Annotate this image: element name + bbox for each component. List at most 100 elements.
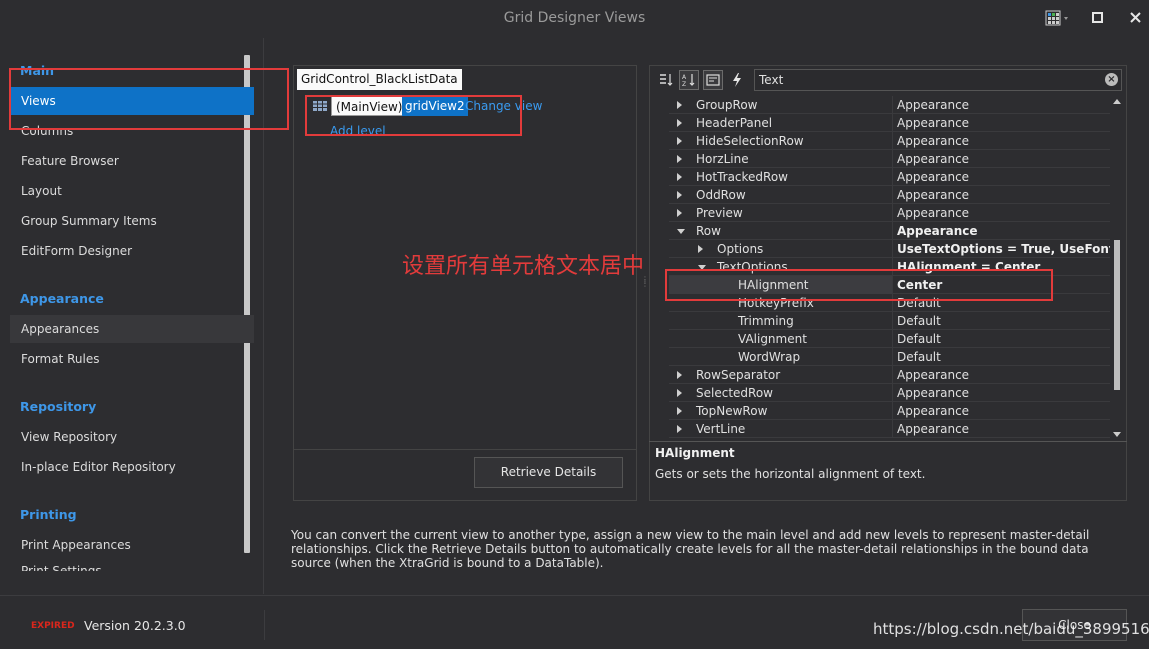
collapsed-arrow-icon[interactable] [677,407,682,415]
window-title: Grid Designer Views [503,10,646,26]
property-value[interactable]: Appearance [892,366,1110,384]
collapsed-arrow-icon[interactable] [677,119,682,127]
property-grid-scrollbar[interactable] [1110,96,1125,441]
sidebar-item-format-rules[interactable]: Format Rules [10,345,254,373]
alphabetical-sort-icon[interactable]: AZ [679,70,699,90]
property-value[interactable]: Appearance [892,222,1110,240]
sidebar-item-columns[interactable]: Columns [10,117,254,145]
sidebar-item-layout[interactable]: Layout [10,177,254,205]
property-value[interactable]: Appearance [892,96,1110,114]
view-name-node[interactable]: gridView2 [402,96,468,116]
property-name: Preview [696,206,743,220]
sidebar-item-print-appearances[interactable]: Print Appearances [10,531,254,559]
description-divider [649,441,1127,442]
property-row[interactable]: VertLine Appearance [651,420,1110,438]
maximize-icon[interactable] [1090,8,1106,28]
property-value[interactable]: Appearance [892,114,1110,132]
collapsed-arrow-icon[interactable] [677,389,682,397]
sidebar-item-appearances[interactable]: Appearances [10,315,254,343]
property-value[interactable]: Appearance [892,420,1110,438]
property-row[interactable]: WordWrap Default [651,348,1110,366]
property-value[interactable]: Default [892,348,1110,366]
annotation-text: 设置所有单元格文本居中 [402,254,645,279]
expanded-arrow-icon[interactable] [698,265,706,270]
property-row[interactable]: RowSeparator Appearance [651,366,1110,384]
sidebar-item-editform-designer[interactable]: EditForm Designer [10,237,254,265]
watermark: https://blog.csdn.net/baidu_38995168 [873,620,1149,638]
collapsed-arrow-icon[interactable] [698,245,703,253]
property-row[interactable]: Preview Appearance [651,204,1110,222]
property-search-input[interactable]: Text × [754,69,1122,91]
change-view-link[interactable]: Change view [465,99,542,113]
close-icon[interactable] [1128,8,1144,28]
property-row[interactable]: HorzLine Appearance [651,150,1110,168]
property-value[interactable]: Default [892,312,1110,330]
main-view-node[interactable]: (MainView) [331,96,408,116]
property-value[interactable]: Appearance [892,204,1110,222]
property-row[interactable]: Row Appearance [651,222,1110,240]
sidebar-item-feature-browser[interactable]: Feature Browser [10,147,254,175]
collapsed-arrow-icon[interactable] [677,173,682,181]
property-value[interactable]: Appearance [892,168,1110,186]
property-name: Options [717,242,764,256]
property-row[interactable]: Options UseTextOptions = True, UseFont = [651,240,1110,258]
property-value[interactable]: Default [892,294,1110,312]
collapsed-arrow-icon[interactable] [677,191,682,199]
property-value[interactable]: UseTextOptions = True, UseFont = [892,240,1110,258]
property-row[interactable]: HAlignment Center [651,276,1110,294]
property-row[interactable]: VAlignment Default [651,330,1110,348]
add-level-link[interactable]: Add level [330,124,386,138]
property-value[interactable]: Appearance [892,150,1110,168]
sidebar-item-view-repository[interactable]: View Repository [10,423,254,451]
row-gutter [651,240,669,258]
property-value[interactable]: Default [892,330,1110,348]
sidebar-item-group-summary-items[interactable]: Group Summary Items [10,207,254,235]
expanded-arrow-icon[interactable] [677,229,685,234]
events-icon[interactable] [727,70,747,90]
property-name: OddRow [696,188,746,202]
collapsed-arrow-icon[interactable] [677,101,682,109]
collapsed-arrow-icon[interactable] [677,209,682,217]
property-value[interactable]: Appearance [892,132,1110,150]
scroll-up-icon[interactable] [1113,99,1121,104]
property-row[interactable]: Trimming Default [651,312,1110,330]
description-title: HAlignment [655,446,735,460]
property-row[interactable]: HotkeyPrefix Default [651,294,1110,312]
collapsed-arrow-icon[interactable] [677,155,682,163]
retrieve-details-button[interactable]: Retrieve Details [474,457,623,488]
property-value[interactable]: Appearance [892,186,1110,204]
collapsed-arrow-icon[interactable] [677,137,682,145]
property-row[interactable]: TextOptions HAlignment = Center [651,258,1110,276]
row-gutter [651,258,669,276]
property-row[interactable]: TopNewRow Appearance [651,402,1110,420]
property-pages-icon[interactable] [703,70,723,90]
sidebar-item-inplace-editor-repository[interactable]: In-place Editor Repository [10,453,254,481]
scroll-down-icon[interactable] [1113,432,1121,437]
grid-view-icon [313,100,327,111]
row-gutter [651,150,669,168]
property-value[interactable]: HAlignment = Center [892,258,1110,276]
grid-menu-icon[interactable] [1045,8,1071,28]
property-row[interactable]: SelectedRow Appearance [651,384,1110,402]
scroll-thumb[interactable] [1114,240,1120,390]
collapsed-arrow-icon[interactable] [677,425,682,433]
property-row[interactable]: HideSelectionRow Appearance [651,132,1110,150]
clear-search-icon[interactable]: × [1105,73,1118,86]
property-row[interactable]: HotTrackedRow Appearance [651,168,1110,186]
sidebar-item-views[interactable]: Views [10,87,254,115]
property-name: TextOptions [717,260,788,274]
row-gutter [651,96,669,114]
footer-divider [264,610,265,640]
property-value[interactable]: Appearance [892,402,1110,420]
grid-control-node[interactable]: GridControl_BlackListData [297,69,462,90]
property-row[interactable]: OddRow Appearance [651,186,1110,204]
categorized-sort-icon[interactable] [656,70,676,90]
property-value[interactable]: Appearance [892,384,1110,402]
property-row[interactable]: GroupRow Appearance [651,96,1110,114]
row-gutter [651,114,669,132]
property-value[interactable]: Center [892,276,1110,294]
sidebar-item-print-settings[interactable]: Print Settings [10,561,254,571]
property-row[interactable]: HeaderPanel Appearance [651,114,1110,132]
collapsed-arrow-icon[interactable] [677,371,682,379]
splitter-grip-icon[interactable]: ⋮ ⋮ [641,276,649,294]
